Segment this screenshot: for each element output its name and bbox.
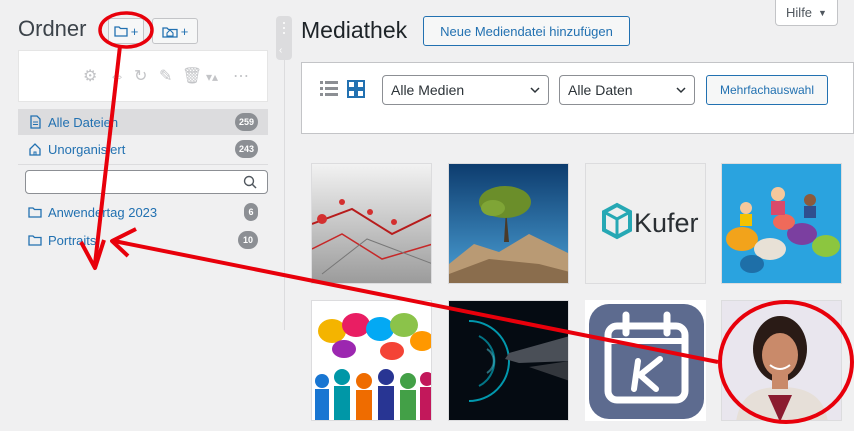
page-title: Mediathek — [301, 17, 408, 43]
tree-item-label: Anwendertag 2023 — [48, 205, 158, 220]
move-icon[interactable]: ⇔ — [109, 69, 125, 85]
folder-toolbar: ⚙ ⇔ ↻ ✎ 🗑 ▾▴ ⋯ — [18, 50, 268, 102]
grip-dot — [283, 27, 285, 29]
media-thumbnail-kufer-logo[interactable]: Kufer — [585, 163, 706, 284]
grid-view-icon[interactable] — [347, 80, 365, 98]
grip-dot — [283, 22, 285, 24]
thumbnail-image-digital-hand — [449, 301, 568, 420]
folder-icon — [28, 235, 42, 246]
media-thumbnail-calendar-logo[interactable] — [585, 300, 706, 421]
media-thumbnail-portrait[interactable] — [721, 300, 842, 421]
help-label: Hilfe — [786, 5, 813, 20]
folder-home-icon — [162, 26, 178, 38]
calendar-k-icon — [589, 304, 704, 419]
panel-divider — [284, 60, 285, 330]
count-badge: 243 — [234, 140, 258, 158]
grip-dot — [283, 32, 285, 34]
media-type-select[interactable]: Alle Medien — [382, 75, 549, 105]
tree-item-label: Portraits — [48, 233, 97, 248]
home-icon — [29, 143, 41, 156]
count-badge: 6 — [244, 203, 258, 221]
panel-resize-handle[interactable]: ‹ — [276, 16, 292, 60]
folder-panel: Ordner + + ⚙ ⇔ ↻ ✎ 🗑 ▾▴ ⋯ Alle Dateien 2… — [0, 0, 284, 431]
new-folder-plus: + — [130, 23, 139, 39]
media-thumbnail-speech-heads[interactable] — [311, 300, 432, 421]
bulk-select-button[interactable]: Mehrfachauswahl — [706, 75, 828, 105]
thumbnail-image-tree — [449, 164, 568, 283]
collapse-chevron-icon[interactable]: ‹ — [279, 46, 289, 56]
thumbnail-image-portrait — [722, 301, 841, 420]
more-icon[interactable]: ⋯ — [233, 69, 249, 85]
media-thumbnail-tree[interactable] — [448, 163, 569, 284]
new-category-plus: + — [180, 23, 189, 39]
media-thumbnail-chat-people[interactable] — [721, 163, 842, 284]
refresh-icon[interactable]: ↻ — [134, 69, 147, 85]
media-thumbnail-digital-hand[interactable] — [448, 300, 569, 421]
folder-search-input[interactable] — [25, 170, 268, 194]
date-value: Alle Daten — [568, 82, 633, 98]
folder-panel-title: Ordner — [18, 16, 87, 41]
new-folder-button[interactable]: + — [108, 18, 144, 44]
tree-item-label: Alle Dateien — [48, 115, 119, 130]
thumbnail-image-chat — [722, 164, 841, 283]
chevron-down-icon — [530, 87, 540, 94]
tree-item-label: Unorganisiert — [48, 142, 126, 157]
trash-icon[interactable]: 🗑 — [182, 69, 202, 85]
sort-icon[interactable]: ▾▴ — [206, 69, 218, 85]
caret-down-icon: ▼ — [818, 7, 827, 18]
count-badge: 10 — [238, 231, 258, 249]
new-category-button[interactable]: + — [152, 18, 198, 44]
gear-icon[interactable]: ⚙ — [83, 69, 97, 85]
tree-item-unorganized[interactable]: Unorganisiert 243 — [18, 136, 268, 162]
folder-icon — [114, 26, 128, 37]
chevron-down-icon — [676, 87, 686, 94]
kufer-logo-text: Kufer — [634, 208, 699, 238]
count-badge: 259 — [234, 113, 258, 131]
media-filter-bar: Alle Medien Alle Daten Mehrfachauswahl — [301, 62, 854, 134]
list-view-icon[interactable] — [320, 80, 338, 98]
date-select[interactable]: Alle Daten — [559, 75, 695, 105]
add-media-button[interactable]: Neue Mediendatei hinzufügen — [423, 16, 630, 46]
media-type-value: Alle Medien — [391, 82, 465, 98]
folder-icon — [28, 207, 42, 218]
media-thumbnail-map[interactable] — [311, 163, 432, 284]
search-icon — [243, 175, 257, 189]
thumbnail-image-speech-heads — [312, 301, 431, 420]
help-tab[interactable]: Hilfe ▼ — [775, 0, 838, 26]
file-icon — [30, 115, 41, 129]
divider — [18, 164, 268, 165]
tree-item-all-files[interactable]: Alle Dateien 259 — [18, 109, 268, 135]
thumbnail-image-map — [312, 164, 431, 283]
tree-item-folder-portraits[interactable]: Portraits 10 — [18, 227, 268, 253]
tree-item-folder-anwendertag[interactable]: Anwendertag 2023 6 — [18, 199, 268, 225]
pencil-icon[interactable]: ✎ — [159, 69, 172, 85]
